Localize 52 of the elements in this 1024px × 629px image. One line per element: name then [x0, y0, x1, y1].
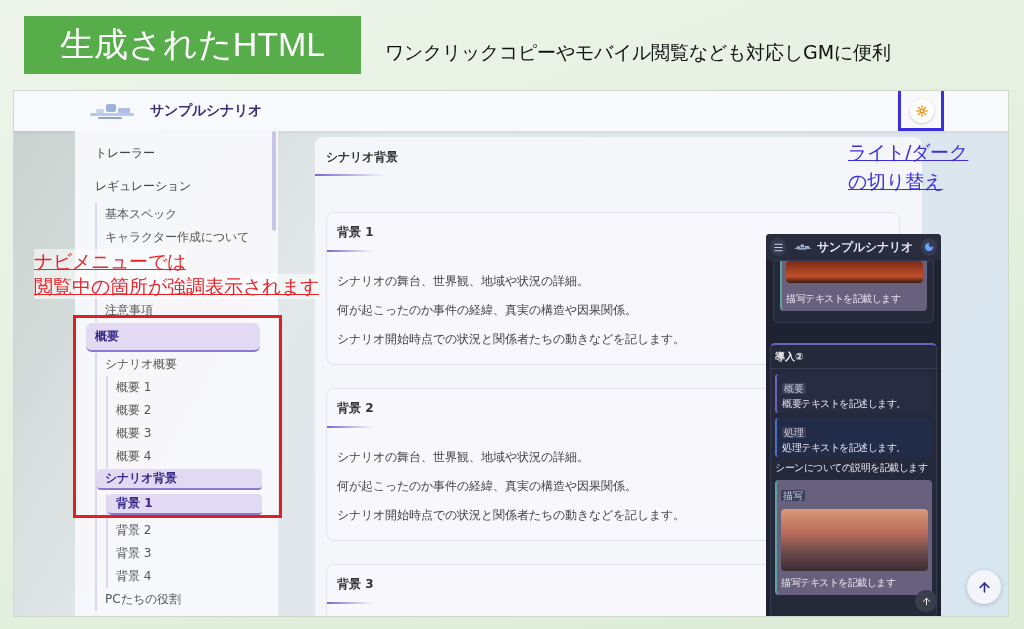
- nav-item[interactable]: 概要: [86, 323, 260, 352]
- card-title: 背景 1: [337, 224, 374, 241]
- nav-item[interactable]: PCたちの役割: [97, 588, 278, 611]
- nav-item[interactable]: キャラクター作成について: [97, 226, 278, 249]
- scene-description: シーンについての説明を記載します: [775, 462, 927, 474]
- nav-item[interactable]: 背景 3: [108, 542, 278, 565]
- nav-item[interactable]: 背景 1: [108, 494, 262, 515]
- nav-item[interactable]: シナリオ概要: [97, 353, 278, 376]
- slide-subtitle: ワンクリックコピーやモバイル閲覧なども対応しGMに便利: [385, 40, 892, 65]
- theme-toggle[interactable]: [920, 238, 937, 256]
- mobile-section-title: 導入②: [769, 345, 938, 369]
- block-text: 概要テキストを記述します。: [782, 398, 906, 410]
- mobile-title: サンプルシナリオ: [816, 238, 913, 256]
- site-title: サンプルシナリオ: [150, 102, 262, 120]
- card-paragraph: シナリオ開始時点での状況と関係者たちの動きなどを記します。: [337, 331, 685, 348]
- moon-icon: [923, 242, 934, 252]
- sun-icon: [916, 105, 928, 117]
- menu-button[interactable]: [770, 238, 787, 256]
- nav-item[interactable]: 背景 2: [108, 519, 278, 542]
- scene-text: 描写テキストを記載します: [786, 293, 900, 305]
- nav-item[interactable]: トレーラー: [75, 137, 278, 170]
- callout-text: 閲覧中の箇所が強調表示されます: [34, 274, 319, 299]
- arrow-up-icon: [920, 595, 932, 607]
- scene-text: 描写テキストを記載します: [781, 577, 895, 589]
- nav-item[interactable]: 概要 4: [108, 445, 278, 468]
- nav-item[interactable]: レギュレーション: [75, 170, 278, 203]
- nav-item[interactable]: 概要 1: [108, 376, 278, 399]
- card-title: 背景 3: [337, 576, 374, 593]
- nav-item[interactable]: 概要 2: [108, 399, 278, 422]
- menu-icon: [772, 241, 784, 253]
- logo-drawing: [794, 243, 813, 251]
- theme-toggle[interactable]: [910, 99, 934, 123]
- card-paragraph: 何が起こったのか事件の経緯、真実の構造や因果関係。: [337, 478, 637, 495]
- callout-text: ナビメニューでは: [34, 249, 186, 274]
- scrollbar-thumb[interactable]: [272, 131, 276, 231]
- nav-item[interactable]: 概要 3: [108, 422, 278, 445]
- nav-item[interactable]: 背景 4: [108, 565, 278, 588]
- nav-item[interactable]: シナリオ背景: [97, 469, 262, 490]
- nav-item[interactable]: 基本スペック: [97, 203, 278, 226]
- section-title: シナリオ背景: [326, 149, 398, 166]
- card-paragraph: シナリオの舞台、世界観、地域や状況の詳細。: [337, 449, 589, 466]
- block-tag: 概要: [782, 383, 806, 394]
- block-tag: 処理: [782, 427, 806, 438]
- callout-text: ライト/ダーク: [848, 140, 969, 165]
- slide-title: 生成されたHTML: [24, 16, 361, 74]
- card-paragraph: シナリオの舞台、世界観、地域や状況の詳細。: [337, 273, 589, 290]
- block-text: 処理テキストを記述します。: [782, 442, 906, 454]
- card-paragraph: シナリオ開始時点での状況と関係者たちの動きなどを記します。: [337, 507, 685, 524]
- callout-text: の切り替え: [848, 169, 943, 194]
- card-paragraph: 何が起こったのか事件の経緯、真実の構造や因果関係。: [337, 302, 637, 319]
- block-tag: 描写: [781, 490, 805, 501]
- card-title: 背景 2: [337, 400, 374, 417]
